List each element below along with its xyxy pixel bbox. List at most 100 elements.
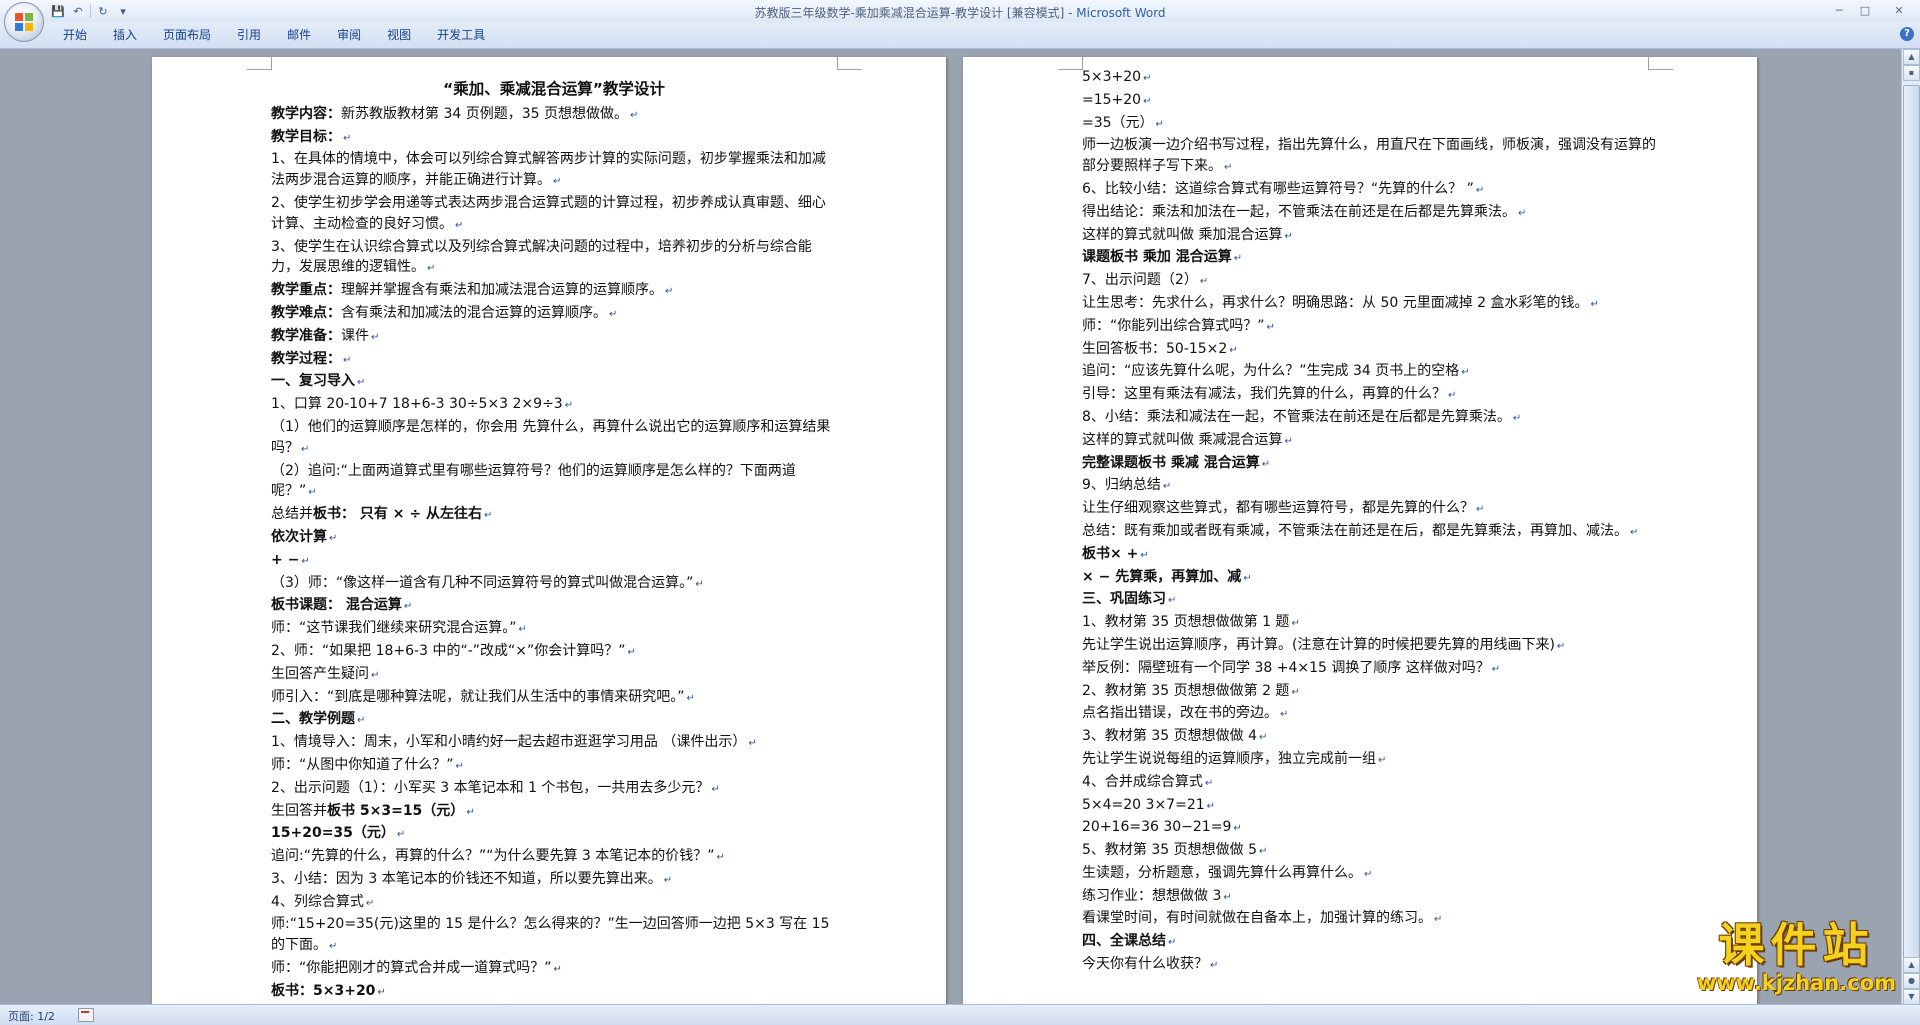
paragraph-mark-icon: ↵ [564,400,574,412]
page-2-text[interactable]: 5×3+20 ↵ =15+20 ↵ =35（元） ↵ 师一边板演一边介绍书写过程，指出先算什… [1082,67,1662,977]
page-1-text[interactable]: “乘加、乘减混合运算”教学设计 教学内容：新苏教版教材第 34 页例题，35 页… [271,67,837,1005]
bold-run: 依次计算 [271,528,327,545]
ribbon-tab-3[interactable]: 页面布局 [150,27,224,43]
scroll-thumb[interactable] [1903,85,1920,967]
paragraph-mark-icon: ↵ [483,510,493,522]
page-corner-mark [1058,57,1083,70]
paragraph: 看课堂时间，有时间就做在自备本上，加强计算的练习。 ↵ [1082,908,1662,931]
office-logo-icon [15,13,33,31]
paragraph-mark-icon: ↵ [343,354,352,366]
browse-object-icon[interactable]: ● [1903,973,1920,989]
paragraph: 师：“这节课我们继续来研究混合运算。” ↵ [271,618,837,641]
paragraph: 让生思考：先求什么，再求什么？明确思路：从 50 元里面减掉 2 盒水彩笔的钱。… [1082,293,1662,316]
office-button[interactable] [4,2,44,42]
paragraph-mark-icon: ↵ [1258,732,1268,744]
paragraph-mark-icon: ↵ [1378,754,1387,766]
paragraph-mark-icon: ↵ [1261,458,1271,470]
paragraph: 这样的算式就叫做 乘加混合运算 ↵ [1082,225,1662,248]
bold-run: 教学准备： [271,327,341,344]
maximize-button[interactable]: □ [1852,0,1878,20]
ribbon-tab-8[interactable]: 开发工具 [424,27,498,43]
minimize-button[interactable]: ─ [1826,0,1852,20]
paragraph: 追问：“应该先算什么呢，为什么？”生完成 34 页书上的空格 ↵ [1082,361,1662,384]
paragraph-mark-icon: ↵ [1448,390,1457,402]
paragraph: 2、教材第 35 页想想做做第 2 题 ↵ [1082,681,1662,704]
paragraph-mark-icon: ↵ [1280,709,1289,721]
paragraph-mark-icon: ↵ [1518,207,1527,219]
next-page-icon[interactable]: ▼ [1903,989,1920,1005]
paragraph-mark-icon: ↵ [1434,914,1443,926]
ribbon-tab-7[interactable]: 视图 [374,27,424,43]
paragraph: 今天你有什么收获？ ↵ [1082,954,1662,977]
paragraph: 2、出示问题（1）：小军买 3 本笔记本和 1 个书包，一共用去多少元？ ↵ [271,778,837,801]
ribbon-tab-6[interactable]: 审阅 [324,27,374,43]
paragraph: 总结并板书： 只有 × ÷ 从左往右 ↵ [271,504,837,527]
text-run: 总结：既有乘加或者既有乘减，不管乘法在前还是在后，都是先算乘法，再算加、减法。 [1082,522,1628,539]
paragraph: 教学难点：含有乘法和加减法的混合运算的运算顺序。 ↵ [271,303,837,326]
paragraph: 二、教学例题 ↵ [271,709,837,732]
bold-run: 板书× + [1082,545,1139,562]
paragraph-mark-icon: ↵ [1556,640,1566,652]
paragraph-mark-icon: ↵ [329,941,338,953]
text-run: 看课堂时间，有时间就做在自备本上，加强计算的练习。 [1082,910,1432,927]
text-run: 6、比较小结：这道综合算式有哪些运算符号？“先算的什么？ ” [1082,180,1474,197]
paragraph: 依次计算 ↵ [271,527,837,550]
ruler-toggle-icon[interactable]: ▪ [1903,65,1920,81]
paragraph-mark-icon: ↵ [1258,846,1268,858]
paragraph-mark-icon: ↵ [371,669,380,681]
paragraph-mark-icon: ↵ [1162,481,1172,493]
paragraph-mark-icon: ↵ [343,132,352,144]
paragraph: 这样的算式就叫做 乘减混合运算 ↵ [1082,430,1662,453]
paragraph: 追问:“先算的什么，再算的什么？”“为什么要先算 3 本笔记本的价钱？” ↵ [271,846,837,869]
paragraph: 先让学生说说每组的运算顺序，独立完成前一组 ↵ [1082,749,1662,772]
watermark-text: 课件站 [1718,918,1875,972]
text-run: 师引入：“到底是哪种算法呢，就让我们从生活中的事情来研究吧。” [271,688,685,705]
paragraph: 1、在具体的情境中，体会可以列综合算式解答两步计算的实际问题，初步掌握乘法和加减… [271,149,837,193]
text-run: 7、出示问题（2） [1082,272,1198,289]
bold-run: 三、巩固练习 [1082,591,1166,608]
proofing-icon[interactable] [78,1008,94,1022]
text-run: 先让学生说出运算顺序，再计算。(注意在计算的时候把要先算的用线画下来) [1082,636,1555,653]
bold-run: × − 先算乘，再算加、减 [1082,568,1242,585]
paragraph: 1、教材第 35 页想想做做第 1 题 ↵ [1082,612,1662,635]
vertical-scrollbar[interactable]: ▲ ▪ ▲ ● ▼ [1901,49,1920,1005]
app-name: Microsoft Word [1076,6,1166,20]
paragraph-mark-icon: ↵ [686,692,695,704]
close-button[interactable]: ✕ [1878,0,1920,20]
text-run: 师：“这节课我们继续来研究混合运算。” [271,620,517,637]
paragraph-mark-icon: ↵ [1475,184,1485,196]
bold-run: 板书： 只有 × ÷ 从左往右 [313,506,482,523]
paragraph: 让生仔细观察这些算式，都有哪些运算符号，都是先算的什么？ ↵ [1082,498,1662,521]
text-run: =35（元） [1082,114,1154,131]
text-run: 追问:“先算的什么，再算的什么？”“为什么要先算 3 本笔记本的价钱？” [271,848,715,865]
paragraph: 教学内容：新苏教版教材第 34 页例题，35 页想想做做。 ↵ [271,104,837,127]
help-icon[interactable]: ? [1900,27,1914,41]
text-run: 3、使学生在认识综合算式以及列综合算式解决问题的过程中，培养初步的分析与综合能力… [271,238,812,276]
paragraph-mark-icon: ↵ [371,331,380,343]
scroll-up-icon[interactable]: ▲ [1903,49,1920,65]
ribbon-tab-2[interactable]: 插入 [100,27,150,43]
page-indicator[interactable]: 页面: 1/2 [8,1008,55,1024]
ribbon-tab-4[interactable]: 引用 [224,27,274,43]
text-run: 1、教材第 35 页想想做做第 1 题 [1082,614,1290,631]
paragraph: 2、使学生初步学会用递等式表达两步混合运算式题的计算过程，初步养成认真审题、细心… [271,193,837,237]
text-run: 1、口算 20-10+7 18+6-3 30÷5×3 2×9÷3 [271,396,563,413]
paragraph: （2）追问:“上面两道算式里有哪些运算符号？他们的运算顺序是怎么样的？下面两道呢… [271,461,837,505]
ribbon-tab-1[interactable]: 开始 [50,27,100,43]
paragraph-mark-icon: ↵ [629,109,639,121]
text-run: 2、出示问题（1）：小军买 3 本笔记本和 1 个书包，一共用去多少元？ [271,779,710,796]
paragraph: 师引入：“到底是哪种算法呢，就让我们从生活中的事情来研究吧。” ↵ [271,687,837,710]
paragraph: 举反例：隔壁班有一个同学 38 +4×15 调换了顺序 这样做对吗？ ↵ [1082,658,1662,681]
ribbon-tab-5[interactable]: 邮件 [274,27,324,43]
paragraph: 生回答产生疑问 ↵ [271,664,837,687]
text-run: 这样的算式就叫做 乘加混合运算 [1082,226,1283,243]
text-run: 含有乘法和加减法的混合运算的运算顺序。 [341,304,607,321]
paragraph-mark-icon: ↵ [357,715,366,727]
prev-page-icon[interactable]: ▲ [1903,957,1920,973]
text-run: 生读题，分析题意，强调先算什么再算什么。 [1082,864,1362,881]
text-run: 追问：“应该先算什么呢，为什么？”生完成 34 页书上的空格 [1082,363,1460,380]
paragraph-mark-icon: ↵ [1364,868,1373,880]
paragraph: 5×3+20 ↵ [1082,67,1662,90]
bold-run: 15+20=35（元） [271,825,395,842]
text-run: 师:“15+20=35(元)这里的 15 是什么？怎么得来的？”生一边回答师一边… [271,916,830,954]
